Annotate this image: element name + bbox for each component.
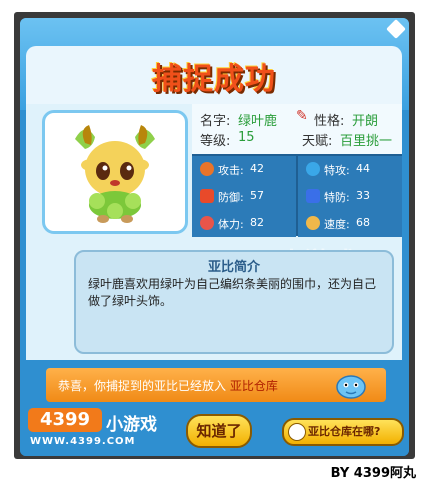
dialog-title: 捕捉成功 (152, 62, 276, 97)
logo-sub: 小游戏 (106, 415, 157, 435)
warehouse-help-button[interactable]: 亚比仓库在哪? (282, 418, 404, 446)
talent-value: 百里挑一 (340, 134, 393, 149)
pet-intro-box: 亚比简介 绿叶鹿喜欢用绿叶为自己编织条美丽的围巾，还为自己做了绿叶头饰。 (74, 250, 394, 354)
stat-value: 68 (356, 216, 370, 229)
stat-label: 速度: (324, 218, 350, 231)
notice-text: 恭喜，你捕捉到的亚比已经放入 亚比仓库 (58, 377, 278, 394)
stat-value: 33 (356, 189, 370, 202)
stat-value: 44 (356, 162, 370, 175)
mascot-icon (336, 375, 366, 399)
stat-special-attack: 特攻: 44 (298, 156, 402, 183)
deer-pet-icon (75, 125, 155, 223)
brush-icon: ✎ (296, 108, 308, 124)
personality-value: 开朗 (352, 114, 379, 129)
title-card: 捕捉成功 (26, 46, 402, 106)
capture-dialog: 捕捉成功 名字: 绿叶鹿 ✎ 性格: 开朗 等级: 15 天赋: 百里挑一 攻击… (20, 18, 409, 456)
logo-number: 4399 (28, 408, 102, 432)
logo-url: WWW.4399.COM (30, 436, 136, 447)
stat-row-2: 防御: 57 特防: 33 (192, 183, 402, 210)
special-attack-icon (306, 162, 320, 176)
heart-icon (200, 216, 214, 230)
stat-defense: 防御: 57 (192, 183, 296, 210)
intro-text: 绿叶鹿喜欢用绿叶为自己编织条美丽的围巾，还为自己做了绿叶头饰。 (88, 277, 377, 308)
blue-shield-icon (306, 189, 320, 203)
pet-name-value: 绿叶鹿 (238, 114, 278, 129)
pet-portrait (42, 110, 188, 234)
level-label: 等级: (200, 134, 231, 149)
author-credit: BY 4399阿丸 (330, 466, 416, 481)
stat-special-defense: 特防: 33 (298, 183, 402, 210)
intro-title: 亚比简介 (207, 260, 260, 275)
level-value: 15 (238, 130, 255, 145)
warehouse-help-label: 亚比仓库在哪? (308, 425, 381, 438)
stat-label: 特防: (324, 191, 350, 204)
stat-value: 57 (250, 189, 264, 202)
warehouse-link[interactable]: 亚比仓库 (230, 379, 278, 393)
shield-icon (200, 189, 214, 203)
personality-label: 性格: (314, 114, 345, 129)
stat-stamina: 体力: 82 (192, 210, 296, 237)
stat-label: 特攻: (324, 164, 350, 177)
search-icon (288, 423, 306, 441)
notice-prefix: 恭喜，你捕捉到的亚比已经放入 (58, 379, 227, 393)
wing-icon (306, 216, 320, 230)
stat-row-1: 攻击: 42 特攻: 44 (192, 156, 402, 183)
stat-row-3: 体力: 82 速度: 68 (192, 210, 402, 237)
stat-label: 防御: (218, 191, 244, 204)
ok-button[interactable]: 知道了 (186, 414, 252, 448)
attack-icon (200, 162, 214, 176)
talent-label: 天赋: (302, 134, 333, 149)
stat-value: 42 (250, 162, 264, 175)
dialog-footer: 4399 小游戏 WWW.4399.COM 知道了 亚比仓库在哪? (20, 404, 409, 456)
4399-logo: 4399 小游戏 WWW.4399.COM (28, 408, 188, 454)
stat-speed: 速度: 68 (298, 210, 402, 237)
dialog-body: 名字: 绿叶鹿 ✎ 性格: 开朗 等级: 15 天赋: 百里挑一 攻击: 42 … (26, 104, 402, 360)
pet-name-label: 名字: (200, 114, 231, 129)
stat-label: 攻击: (218, 164, 244, 177)
stat-value: 82 (250, 216, 264, 229)
pet-info: 名字: 绿叶鹿 ✎ 性格: 开朗 等级: 15 天赋: 百里挑一 (192, 104, 402, 154)
capture-notice: 恭喜，你捕捉到的亚比已经放入 亚比仓库 (46, 368, 386, 402)
stat-attack: 攻击: 42 (192, 156, 296, 183)
stat-label: 体力: (218, 218, 244, 231)
pet-stats-panel: 名字: 绿叶鹿 ✎ 性格: 开朗 等级: 15 天赋: 百里挑一 攻击: 42 … (192, 104, 402, 237)
